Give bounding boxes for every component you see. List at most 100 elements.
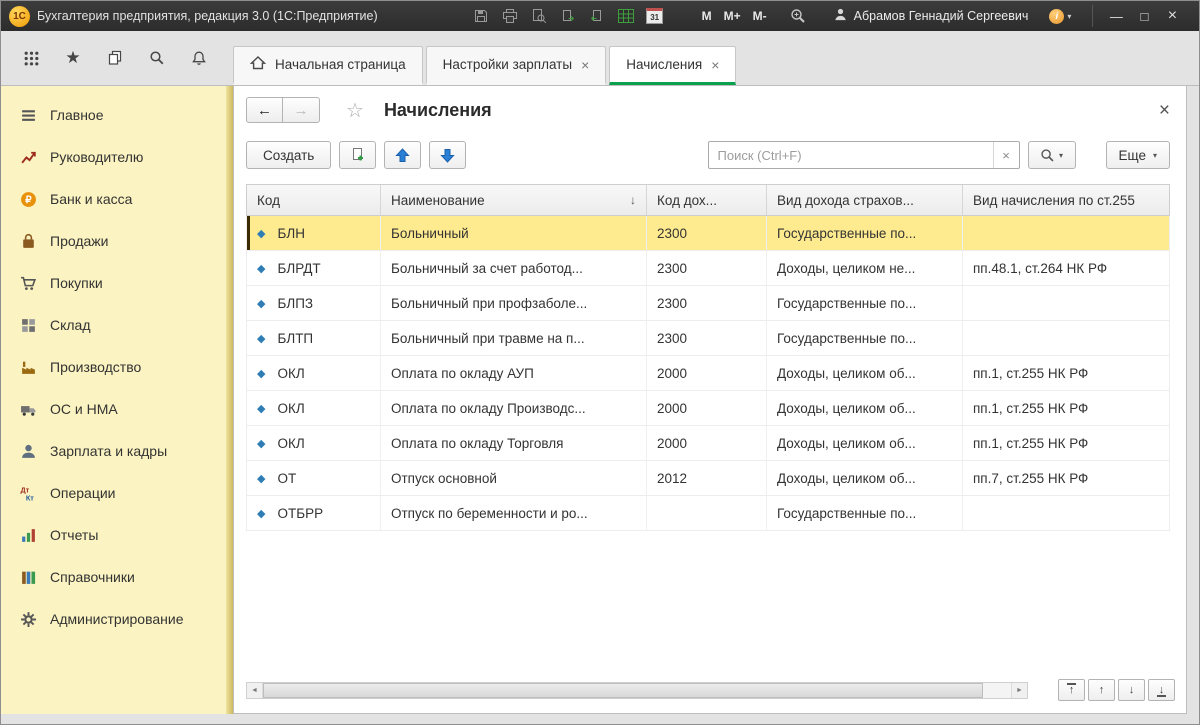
favorite-star-icon[interactable]: ☆: [346, 98, 364, 123]
app-menu-icon[interactable]: [19, 46, 43, 70]
import-file-icon[interactable]: [587, 6, 607, 26]
go-first-row-button[interactable]: ↑: [1058, 679, 1085, 701]
table-body: ◆ БЛН Больничный 2300 Государственные по.…: [246, 216, 1170, 531]
table-row-8[interactable]: ◆ ОТ Отпуск основной 2012 Доходы, целиком…: [247, 461, 1169, 496]
person-icon: [19, 443, 37, 460]
accruals-table: Код Наименование ↓ Код дох... Вид дохода …: [246, 184, 1170, 677]
sidebar-item-bank-i-kassa[interactable]: ₽ Банк и касса: [1, 178, 233, 220]
horizontal-scrollbar[interactable]: ◄ ►: [246, 681, 1028, 699]
scroll-right-icon[interactable]: ►: [1011, 682, 1027, 698]
cell-insurance-type: Доходы, целиком об...: [767, 426, 963, 461]
sidebar-item-sklad[interactable]: Склад: [1, 304, 233, 346]
cell-name: Оплата по окладу АУП: [381, 356, 647, 391]
cell-name: Больничный: [381, 216, 647, 251]
maximize-button[interactable]: □: [1131, 5, 1157, 27]
scrollbar-thumb[interactable]: [263, 682, 983, 698]
sidebar-item-label: Продажи: [50, 233, 109, 249]
table-header: Код Наименование ↓ Код дох... Вид дохода …: [246, 184, 1170, 216]
table-row-6[interactable]: ◆ ОКЛ Оплата по окладу Производс... 2000 …: [247, 391, 1169, 426]
memory-m-minus-button[interactable]: M-: [749, 7, 771, 25]
search-icon[interactable]: [145, 46, 169, 70]
info-icon: i: [1049, 8, 1065, 24]
search-input[interactable]: [708, 147, 993, 163]
table-row-9[interactable]: ◆ ОТБРР Отпуск по беременности и ро... Го…: [247, 496, 1169, 531]
cell-income-code: 2000: [647, 356, 767, 391]
sidebar-item-spravochniki[interactable]: Справочники: [1, 556, 233, 598]
info-button[interactable]: i ▾: [1049, 8, 1071, 24]
sidebar-item-rukovoditelyu[interactable]: Руководителю: [1, 136, 233, 178]
create-button[interactable]: Создать: [246, 141, 332, 169]
favorites-star-icon[interactable]: ★: [61, 46, 85, 70]
calculator-memory-group: M M+ M-: [698, 7, 771, 25]
cell-income-code: 2000: [647, 391, 767, 426]
column-header-article255[interactable]: Вид начисления по ст.255: [963, 185, 1169, 215]
sidebar-item-pokupki[interactable]: Покупки: [1, 262, 233, 304]
titlebar: 1С Бухгалтерия предприятия, редакция 3.0…: [1, 1, 1199, 31]
table-row-1[interactable]: ◆ БЛН Больничный 2300 Государственные по.…: [247, 216, 1169, 251]
user-menu[interactable]: Абрамов Геннадий Сергеевич: [833, 7, 1028, 25]
column-header-insurance-type[interactable]: Вид дохода страхов...: [767, 185, 963, 215]
list-toolbar: Создать × ▾ Еще ▾: [234, 134, 1186, 176]
memory-m-button[interactable]: M: [698, 7, 716, 25]
save-icon[interactable]: [471, 6, 491, 26]
tab-label: Начальная страница: [275, 57, 406, 72]
forward-button[interactable]: →: [283, 97, 320, 123]
column-header-income-code[interactable]: Код дох...: [647, 185, 767, 215]
history-icon[interactable]: [103, 46, 127, 70]
cell-code: ◆ ОКЛ: [247, 426, 381, 461]
search-options-button[interactable]: ▾: [1027, 141, 1076, 169]
close-page-icon[interactable]: ×: [1159, 101, 1170, 120]
close-tab-icon[interactable]: ×: [711, 58, 719, 72]
report-bars-icon: [19, 527, 37, 544]
sidebar-item-otchety[interactable]: Отчеты: [1, 514, 233, 556]
cell-article255: [963, 216, 1169, 251]
svg-text:Кт: Кт: [25, 493, 33, 502]
truck-icon: [19, 401, 37, 418]
scroll-left-icon[interactable]: ◄: [247, 682, 263, 698]
tab-salary-settings[interactable]: Настройки зарплаты ×: [425, 46, 607, 85]
table-row-2[interactable]: ◆ БЛРДТ Больничный за счет работод... 230…: [247, 251, 1169, 286]
column-header-code[interactable]: Код: [247, 185, 381, 215]
row-up-button[interactable]: ↑: [1088, 679, 1115, 701]
tab-home[interactable]: Начальная страница: [233, 46, 423, 85]
print-icon[interactable]: [500, 6, 520, 26]
row-down-button[interactable]: ↓: [1118, 679, 1145, 701]
tab-accruals[interactable]: Начисления ×: [609, 46, 737, 85]
spreadsheet-icon[interactable]: [616, 6, 636, 26]
tab-label: Настройки зарплаты: [442, 57, 573, 72]
accrual-diamond-icon: ◆: [257, 437, 266, 450]
clear-search-icon[interactable]: ×: [992, 142, 1019, 168]
more-button[interactable]: Еще ▾: [1105, 141, 1170, 169]
go-last-row-button[interactable]: ↓: [1148, 679, 1175, 701]
sidebar-item-operacii[interactable]: Дт Кт Операции: [1, 472, 233, 514]
close-window-button[interactable]: ×: [1159, 5, 1185, 27]
sidebar-item-zarplata-i-kadry[interactable]: Зарплата и кадры: [1, 430, 233, 472]
scrollbar-track[interactable]: [263, 682, 1011, 698]
move-up-button[interactable]: [384, 141, 422, 169]
move-down-button[interactable]: [429, 141, 467, 169]
table-row-7[interactable]: ◆ ОКЛ Оплата по окладу Торговля 2000 Дохо…: [247, 426, 1169, 461]
column-header-name[interactable]: Наименование ↓: [381, 185, 647, 215]
zoom-plus-icon[interactable]: [788, 6, 808, 26]
sidebar-item-os-i-nma[interactable]: ОС и НМА: [1, 388, 233, 430]
table-row-3[interactable]: ◆ БЛПЗ Больничный при профзаболе... 2300 …: [247, 286, 1169, 321]
minimize-button[interactable]: —: [1103, 5, 1129, 27]
close-tab-icon[interactable]: ×: [581, 58, 589, 72]
dropdown-caret-icon: ▾: [1152, 150, 1157, 160]
sidebar-item-glavnoe[interactable]: Главное: [1, 94, 233, 136]
create-copy-button[interactable]: [339, 141, 377, 169]
sidebar-item-prodazhi[interactable]: Продажи: [1, 220, 233, 262]
print-preview-icon[interactable]: [529, 6, 549, 26]
table-row-4[interactable]: ◆ БЛТП Больничный при травме на п... 2300…: [247, 321, 1169, 356]
cell-code: ◆ БЛРДТ: [247, 251, 381, 286]
sidebar-item-label: Администрирование: [50, 611, 184, 627]
export-file-icon[interactable]: [558, 6, 578, 26]
calendar-icon[interactable]: 31: [645, 6, 665, 26]
back-button[interactable]: ←: [246, 97, 283, 123]
cell-name: Оплата по окладу Производс...: [381, 391, 647, 426]
sidebar-item-proizvodstvo[interactable]: Производство: [1, 346, 233, 388]
memory-m-plus-button[interactable]: M+: [720, 7, 745, 25]
notifications-bell-icon[interactable]: [187, 46, 211, 70]
sidebar-item-administrirovanie[interactable]: Администрирование: [1, 598, 233, 640]
table-row-5[interactable]: ◆ ОКЛ Оплата по окладу АУП 2000 Доходы, ц…: [247, 356, 1169, 391]
